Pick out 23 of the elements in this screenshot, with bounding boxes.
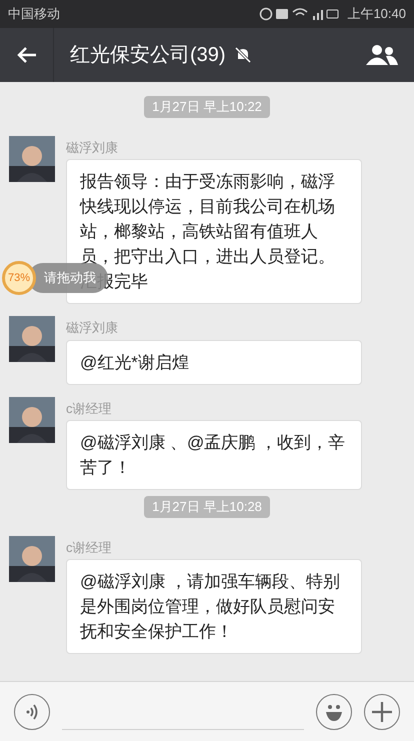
message-bubble[interactable]: @磁浮刘康 ，请加强车辆段、特别是外围岗位管理，做好队员慰问安抚和安全保护工作！ <box>66 559 362 654</box>
message-bubble[interactable]: @磁浮刘康 、@孟庆鹏 ，收到，辛苦了！ <box>66 420 362 490</box>
voice-icon <box>25 704 39 720</box>
avatar[interactable] <box>9 316 55 362</box>
carrier-name: 中国移动 <box>8 5 60 24</box>
clock-time: 上午10:40 <box>347 5 406 24</box>
sender-name: c谢经理 <box>66 400 112 418</box>
emoji-button[interactable] <box>316 694 352 730</box>
avatar[interactable] <box>9 136 55 182</box>
chat-title: 红光保安公司(39) <box>70 43 226 68</box>
sender-name: 磁浮刘康 <box>66 138 119 156</box>
group-members-icon[interactable] <box>366 44 398 66</box>
avatar[interactable] <box>9 396 55 442</box>
voice-button[interactable] <box>14 694 50 730</box>
add-button[interactable] <box>364 694 400 730</box>
message-bubble[interactable]: @红光*谢启煌 <box>66 340 362 384</box>
sender-name: c谢经理 <box>66 538 112 556</box>
plus-icon <box>371 700 393 722</box>
timestamp: 1月27日 早上10:22 <box>144 96 270 118</box>
back-arrow-icon <box>16 46 36 64</box>
avatar[interactable] <box>9 536 55 582</box>
timestamp: 1月27日 早上10:28 <box>144 496 270 518</box>
sender-name: 磁浮刘康 <box>66 319 119 337</box>
